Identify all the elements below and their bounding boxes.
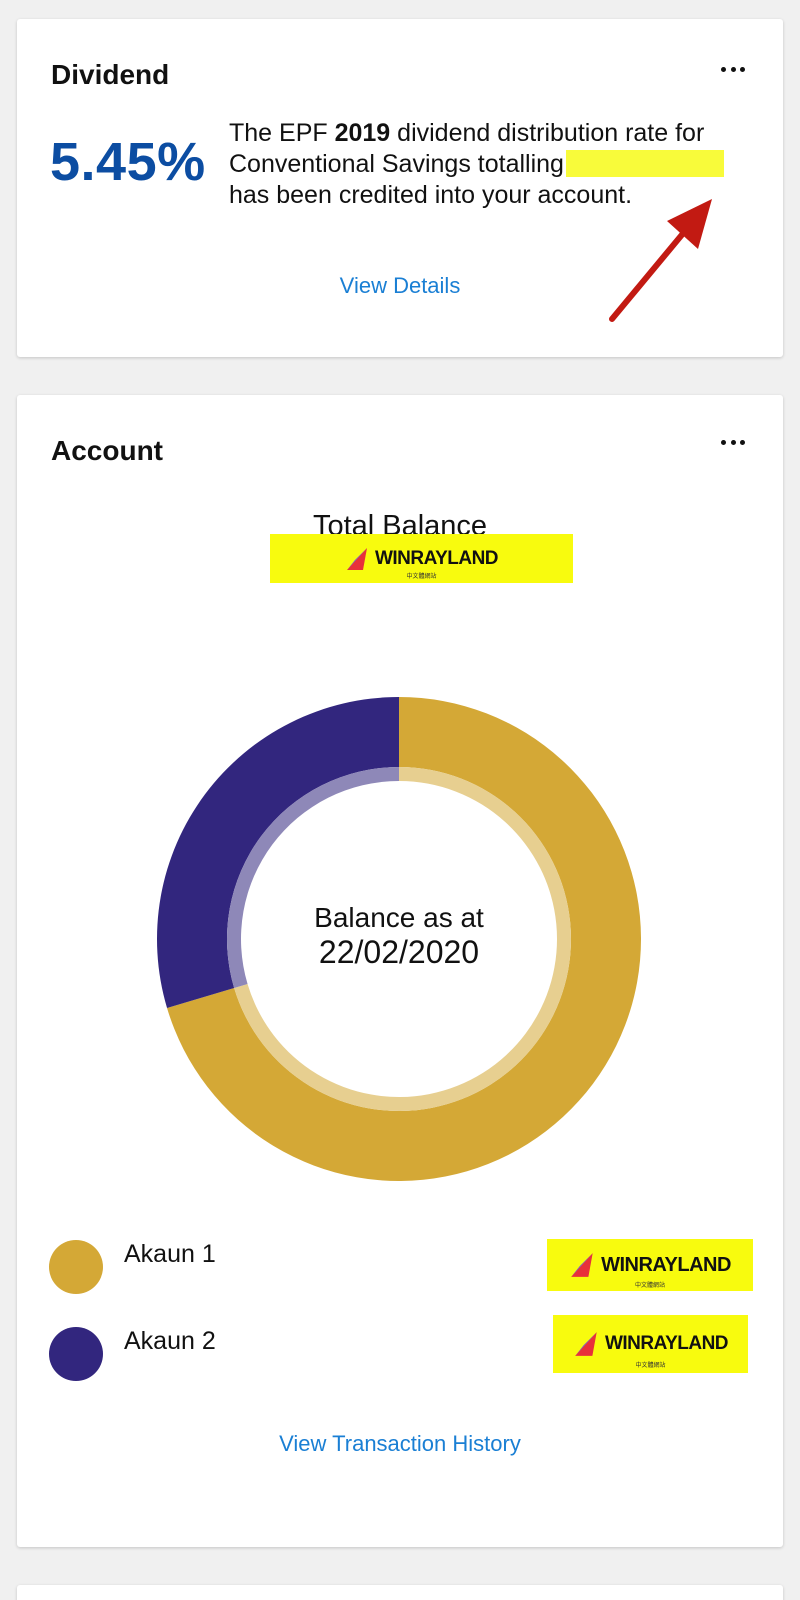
view-details-link[interactable]: View Details: [17, 273, 783, 299]
account-title: Account: [51, 435, 163, 466]
legend-dot-akaun-2: [49, 1327, 103, 1381]
dividend-text-before: The EPF: [229, 119, 335, 147]
dividend-text-end: has been credited into your account.: [229, 181, 633, 209]
red-arrow-annotation: [609, 199, 712, 322]
logo-subtext: 中文體網站: [634, 1283, 665, 1289]
legend-item-akaun-1: Akaun 1: [49, 1240, 216, 1296]
watermark-logo-akaun-1: WINRAYLAND 中文體網站: [547, 1239, 753, 1291]
watermark-logo-total: WINRAYLAND 中文體網站: [270, 534, 573, 583]
logo-subtext: 中文體網站: [406, 574, 437, 580]
logo-subtext: 中文體網站: [635, 1363, 666, 1369]
dividend-year: 2019: [334, 119, 391, 147]
more-dot-icon: [740, 66, 745, 72]
more-dot-icon: [740, 439, 745, 445]
dividend-title: Dividend: [51, 59, 170, 90]
view-transaction-history-link[interactable]: View Transaction History: [17, 1431, 783, 1457]
account-more-button[interactable]: [721, 437, 745, 447]
dividend-rate: 5.45%: [50, 132, 206, 192]
dividend-more-button[interactable]: [721, 64, 745, 74]
balance-date: 22/02/2020: [319, 934, 479, 970]
redacted-amount: [565, 150, 724, 177]
next-card: [17, 1585, 783, 1600]
dividend-card: Dividend 5.45% The EPF 2019 dividend dis…: [17, 19, 783, 357]
more-dot-icon: [730, 439, 736, 445]
legend-label-akaun-1: Akaun 1: [124, 1240, 216, 1268]
more-dot-icon: [730, 66, 736, 72]
winrayland-logo-icon: [575, 1332, 597, 1356]
logo-word: WINRAYLAND: [604, 1333, 729, 1354]
account-card: Account Total Balance WINRAYLAND 中文體網站 B…: [17, 395, 783, 1547]
logo-word: WINRAYLAND: [374, 547, 499, 569]
winrayland-logo-icon: [346, 547, 367, 570]
logo-word: WINRAYLAND: [601, 1253, 731, 1276]
legend-dot-akaun-1: [49, 1240, 103, 1294]
more-dot-icon: [721, 66, 726, 72]
more-dot-icon: [721, 439, 726, 445]
balance-as-at-label: Balance as at: [314, 902, 484, 933]
winrayland-logo-icon: [571, 1253, 593, 1277]
legend-item-akaun-2: Akaun 2: [49, 1327, 216, 1383]
balance-donut-chart: Balance as at 22/02/2020: [157, 697, 641, 1181]
legend-label-akaun-2: Akaun 2: [124, 1327, 216, 1355]
watermark-logo-akaun-2: WINRAYLAND 中文體網站: [553, 1315, 748, 1373]
